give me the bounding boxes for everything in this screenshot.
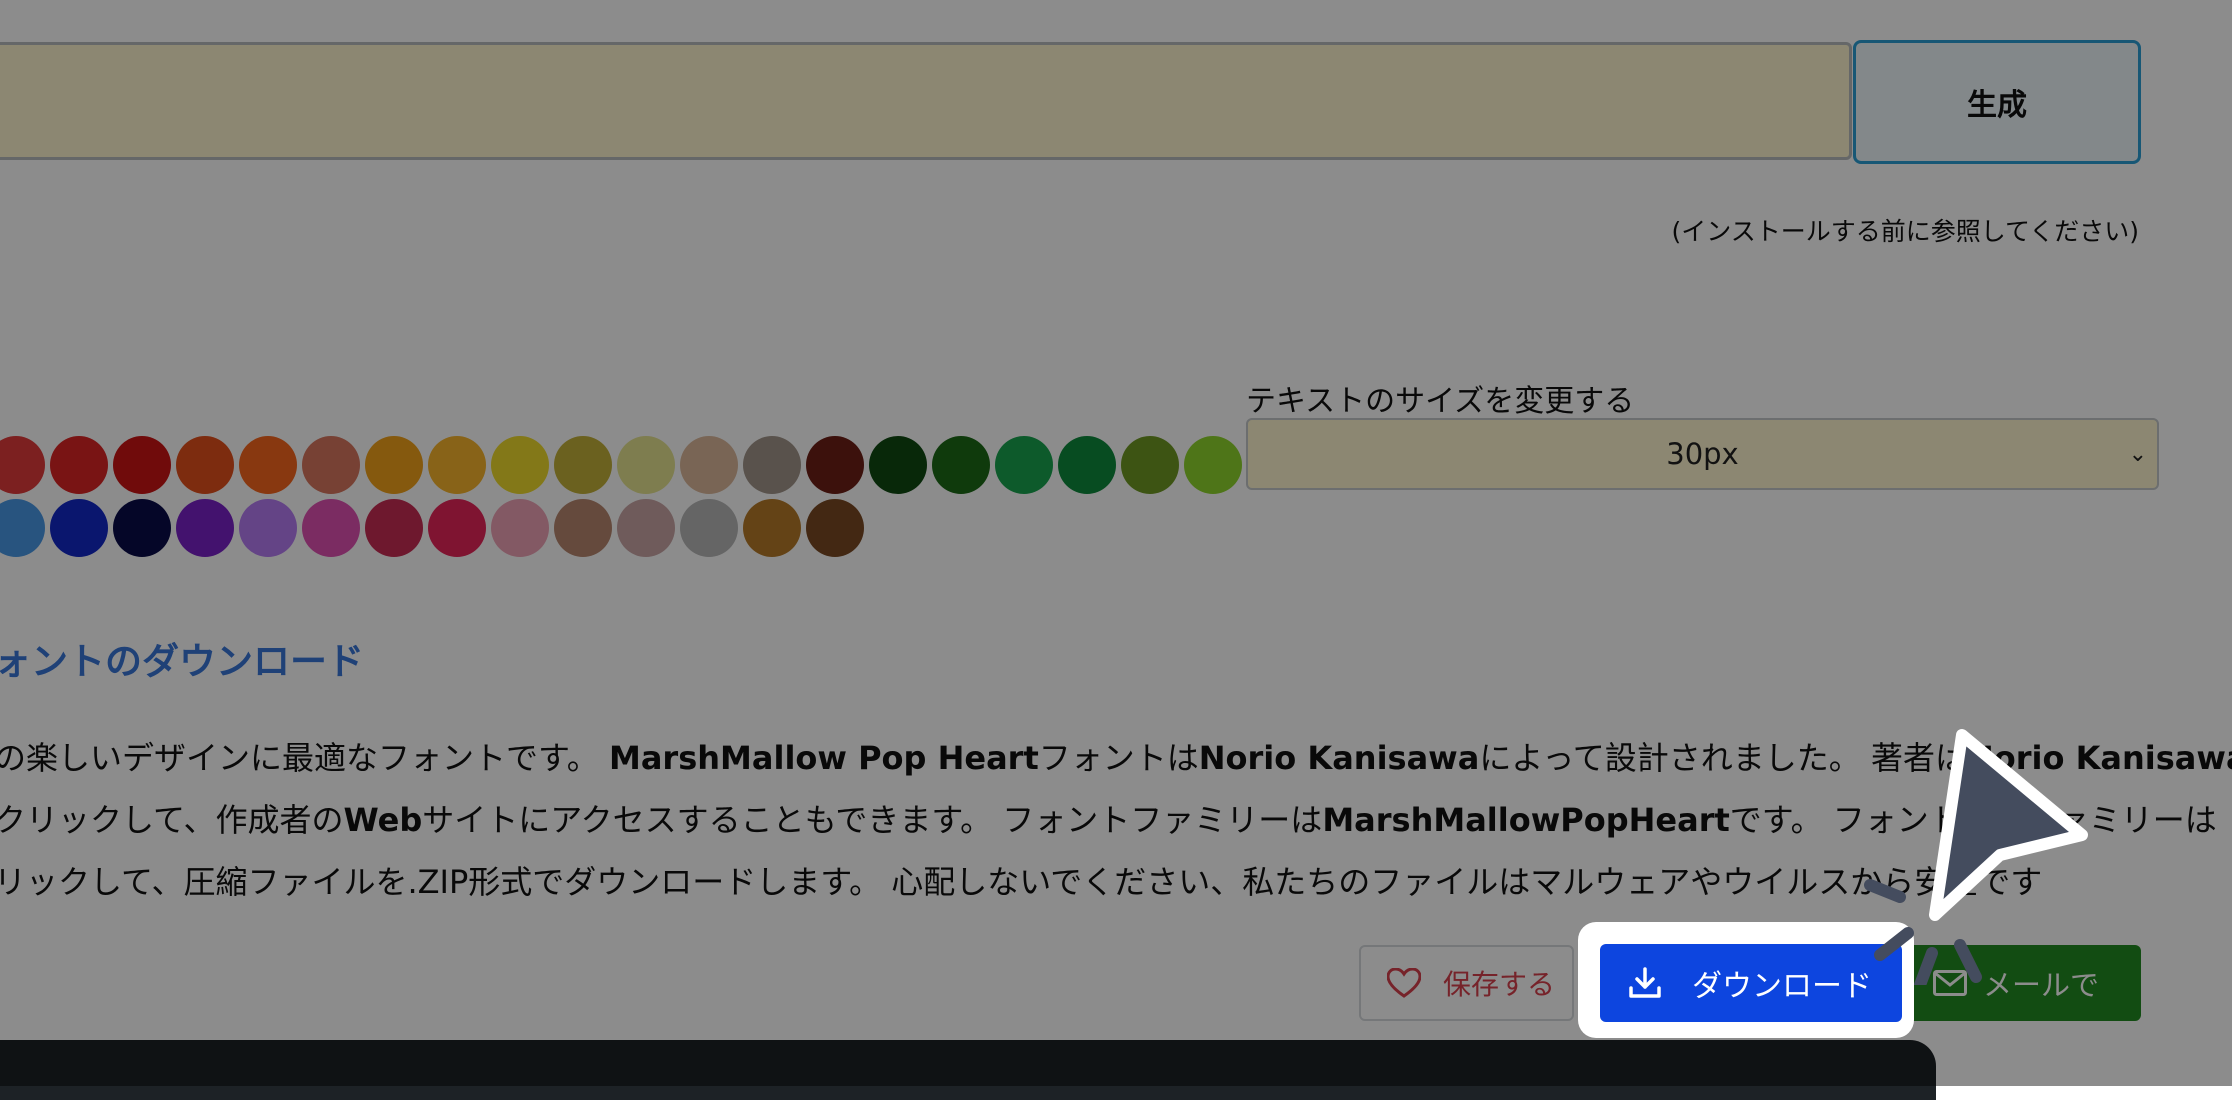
color-swatch[interactable]	[239, 499, 297, 557]
color-swatch[interactable]	[869, 436, 927, 494]
color-swatch[interactable]	[806, 436, 864, 494]
color-swatch[interactable]	[932, 436, 990, 494]
color-swatch[interactable]	[176, 436, 234, 494]
footer-bar	[0, 1040, 1936, 1100]
color-swatch[interactable]	[491, 499, 549, 557]
color-swatch[interactable]	[1058, 436, 1116, 494]
generate-button[interactable]: 生成	[1853, 40, 2141, 164]
color-swatch[interactable]	[365, 436, 423, 494]
color-swatch[interactable]	[50, 436, 108, 494]
description-highlight: Norio Kanisawa	[1198, 739, 1480, 777]
color-swatch[interactable]	[680, 499, 738, 557]
preview-text-input[interactable]	[0, 42, 1852, 160]
color-swatch[interactable]	[0, 436, 45, 494]
color-swatch[interactable]	[995, 436, 1053, 494]
chevron-down-icon: ⌄	[2128, 442, 2147, 467]
description-highlight: Web	[343, 801, 423, 839]
color-swatch[interactable]	[617, 436, 675, 494]
color-swatch[interactable]	[0, 499, 45, 557]
text-size-value: 30px	[1666, 437, 1739, 471]
color-swatch[interactable]	[491, 436, 549, 494]
color-swatch[interactable]	[113, 436, 171, 494]
color-swatch[interactable]	[365, 499, 423, 557]
color-swatch[interactable]	[113, 499, 171, 557]
description-line: リックして、圧縮ファイルを.ZIP形式でダウンロードします。 心配しないでくださ…	[0, 863, 2043, 901]
color-swatch[interactable]	[680, 436, 738, 494]
save-button[interactable]: 保存する	[1359, 945, 1574, 1021]
description-highlight: MarshMallowPopHeart	[1322, 801, 1730, 839]
color-swatch[interactable]	[743, 499, 801, 557]
save-label: 保存する	[1443, 968, 1556, 1001]
color-swatch[interactable]	[1184, 436, 1242, 494]
color-swatch[interactable]	[1121, 436, 1179, 494]
color-swatch[interactable]	[239, 436, 297, 494]
color-swatch[interactable]	[302, 499, 360, 557]
color-swatch[interactable]	[554, 436, 612, 494]
color-swatch[interactable]	[302, 436, 360, 494]
color-swatch[interactable]	[617, 499, 675, 557]
color-swatch[interactable]	[428, 436, 486, 494]
color-swatch[interactable]	[806, 499, 864, 557]
click-cursor-icon	[1864, 729, 2088, 985]
color-swatch[interactable]	[50, 499, 108, 557]
text-size-select[interactable]: 30px ⌄	[1246, 418, 2159, 490]
color-swatch[interactable]	[743, 436, 801, 494]
heart-icon	[1387, 968, 1421, 998]
download-icon	[1628, 966, 1662, 1000]
color-swatch[interactable]	[428, 499, 486, 557]
section-heading: ォントのダウンロード	[0, 640, 364, 683]
install-note[interactable]: (インストールする前に参照してください)	[1671, 212, 2139, 248]
text-size-label: テキストのサイズを変更する	[1246, 384, 1635, 419]
color-swatch[interactable]	[176, 499, 234, 557]
color-swatch[interactable]	[554, 499, 612, 557]
description-highlight: MarshMallow Pop Heart	[608, 739, 1039, 777]
